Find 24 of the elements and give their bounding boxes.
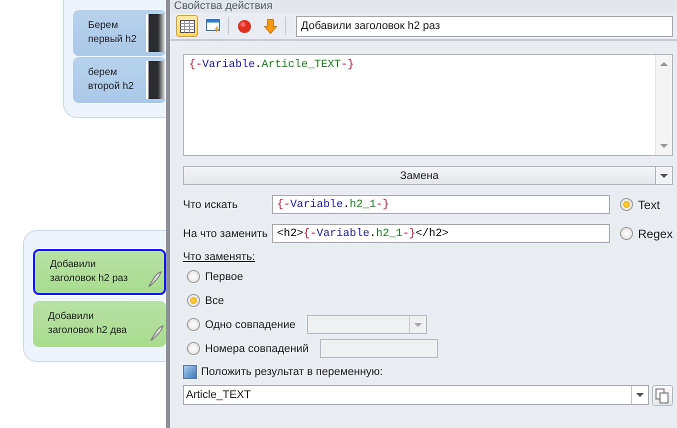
node-label: Берем первый h2 bbox=[88, 19, 137, 47]
node-label: Добавили заголовок h2 раз bbox=[50, 258, 128, 286]
node-label: Добавили заголовок h2 два bbox=[48, 310, 127, 338]
radio-label: Номера совпадений bbox=[205, 342, 309, 354]
action-name-field[interactable]: Добавили заголовок h2 раз bbox=[296, 16, 673, 36]
radio-label: Text bbox=[638, 198, 660, 212]
diagram-node[interactable]: Добавили заголовок h2 два bbox=[33, 301, 166, 347]
diagram-node[interactable]: Берем первый h2 bbox=[73, 10, 166, 56]
panel-title: Свойства действия bbox=[170, 0, 677, 13]
diagram-node[interactable]: берем второй h2 bbox=[73, 57, 166, 103]
radio-label: Все bbox=[205, 294, 224, 306]
node-label: берем второй h2 bbox=[88, 66, 134, 94]
radio-label: Первое bbox=[205, 270, 244, 282]
search-field[interactable]: {-Variable.h2_1-} bbox=[272, 195, 610, 214]
radio-label: Regex bbox=[638, 226, 673, 240]
field-label: На что заменить bbox=[183, 228, 269, 240]
diagram-node[interactable]: Добавили заголовок h2 раз bbox=[33, 249, 166, 295]
replace-field[interactable]: <h2>{-Variable.h2_1-}</h2> bbox=[272, 224, 610, 243]
radio-label: Одно совпадение bbox=[205, 318, 296, 330]
operation-dropdown[interactable]: Замена bbox=[183, 166, 673, 185]
section-label: Что заменять: bbox=[183, 251, 256, 263]
variable-dropdown[interactable]: Article_TEXT bbox=[183, 385, 649, 405]
field-label: Что искать bbox=[183, 198, 239, 210]
checkbox-label: Положить результат в переменную: bbox=[201, 366, 383, 378]
